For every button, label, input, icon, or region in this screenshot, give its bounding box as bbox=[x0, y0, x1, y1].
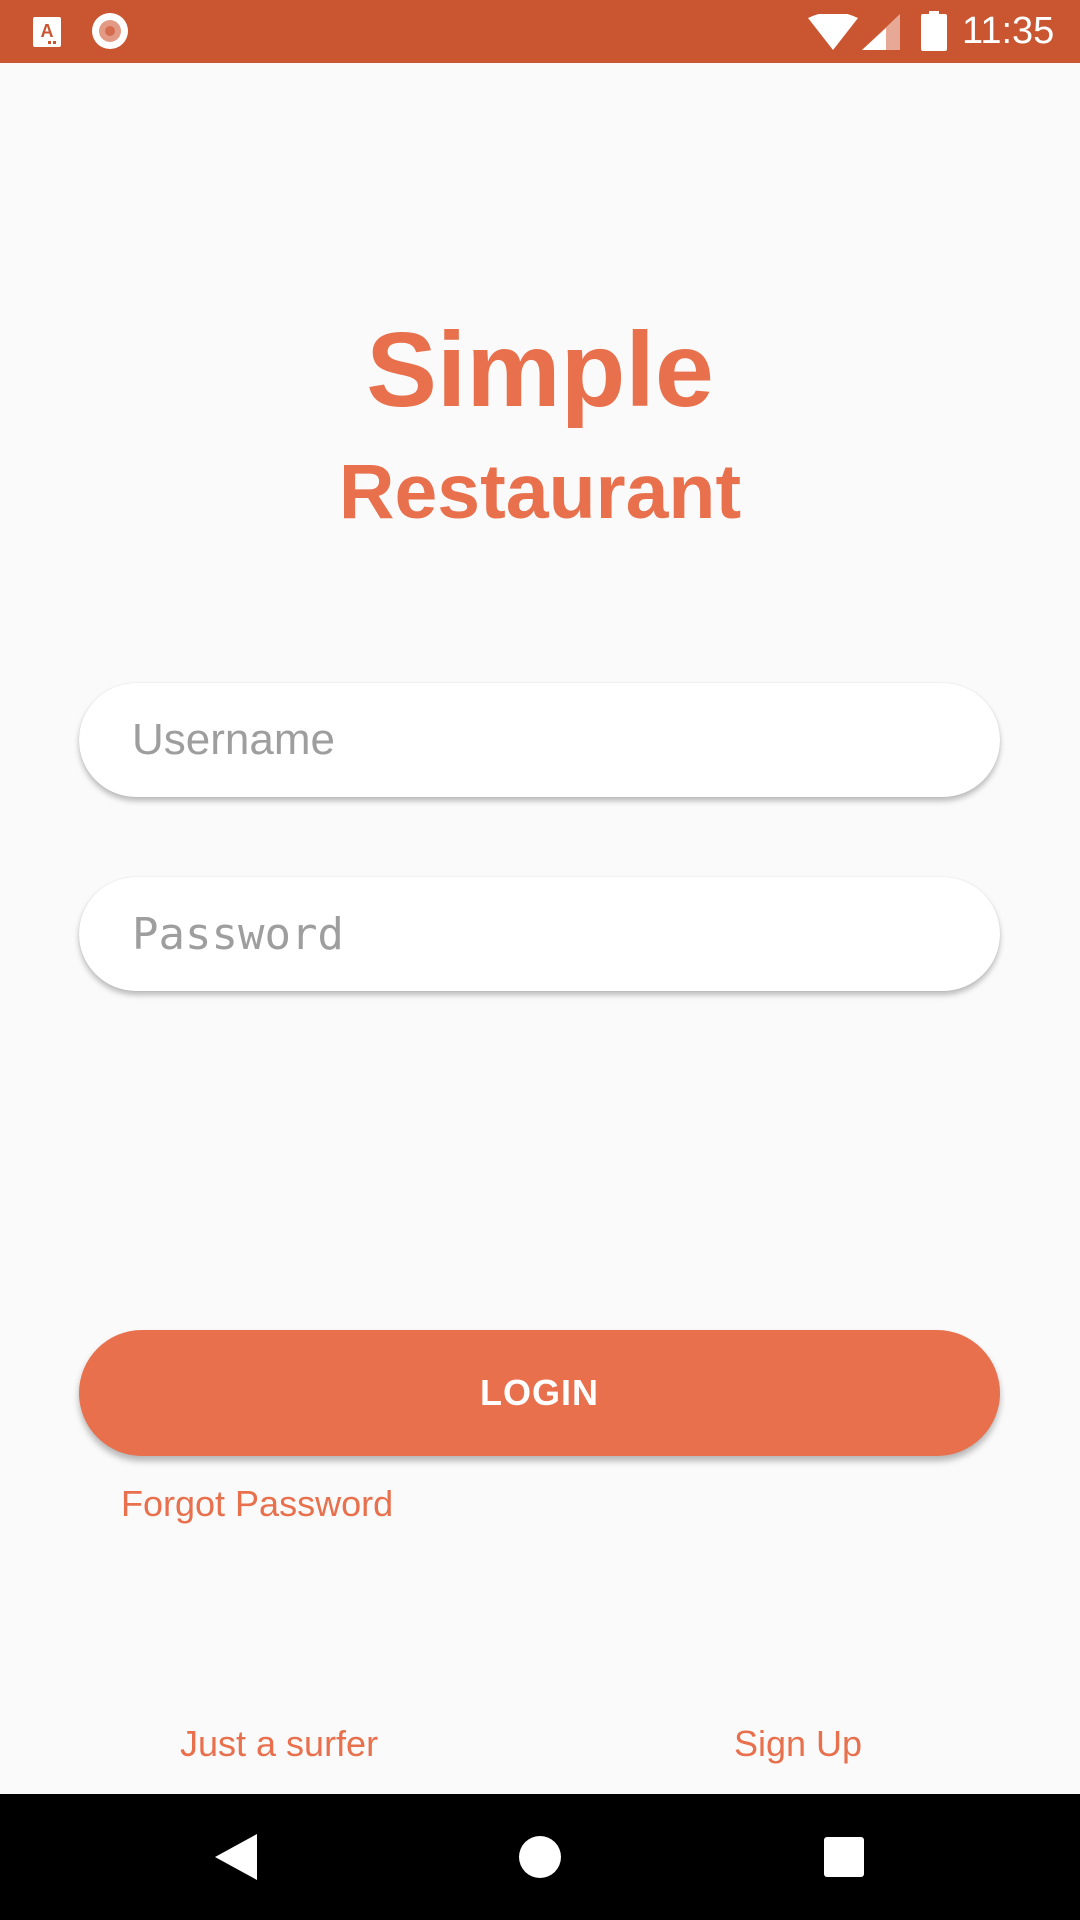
app-notification-icon: A bbox=[33, 17, 61, 47]
app-subtitle: Restaurant bbox=[338, 449, 742, 535]
recents-icon[interactable] bbox=[824, 1837, 864, 1877]
record-icon bbox=[92, 13, 128, 49]
login-button[interactable]: LOGIN bbox=[79, 1330, 1000, 1456]
password-input[interactable] bbox=[79, 877, 1000, 991]
login-screen: A 11:35 Simple Restaurant LOGIN Forgot P… bbox=[0, 0, 1080, 1920]
back-icon[interactable] bbox=[215, 1834, 257, 1880]
username-input[interactable] bbox=[79, 683, 1000, 797]
app-title: Simple bbox=[366, 311, 714, 429]
status-bar: A 11:35 bbox=[0, 0, 1080, 63]
cellular-signal-icon bbox=[862, 14, 900, 50]
status-time: 11:35 bbox=[962, 10, 1055, 52]
forgot-password-link[interactable]: Forgot Password bbox=[121, 1482, 393, 1526]
wifi-icon bbox=[808, 14, 858, 50]
navigation-bar bbox=[0, 1794, 1080, 1920]
svg-text:A: A bbox=[41, 21, 54, 41]
home-icon[interactable] bbox=[519, 1836, 561, 1878]
battery-icon bbox=[921, 11, 947, 51]
sign-up-link[interactable]: Sign Up bbox=[734, 1722, 862, 1766]
guest-link[interactable]: Just a surfer bbox=[180, 1722, 378, 1766]
